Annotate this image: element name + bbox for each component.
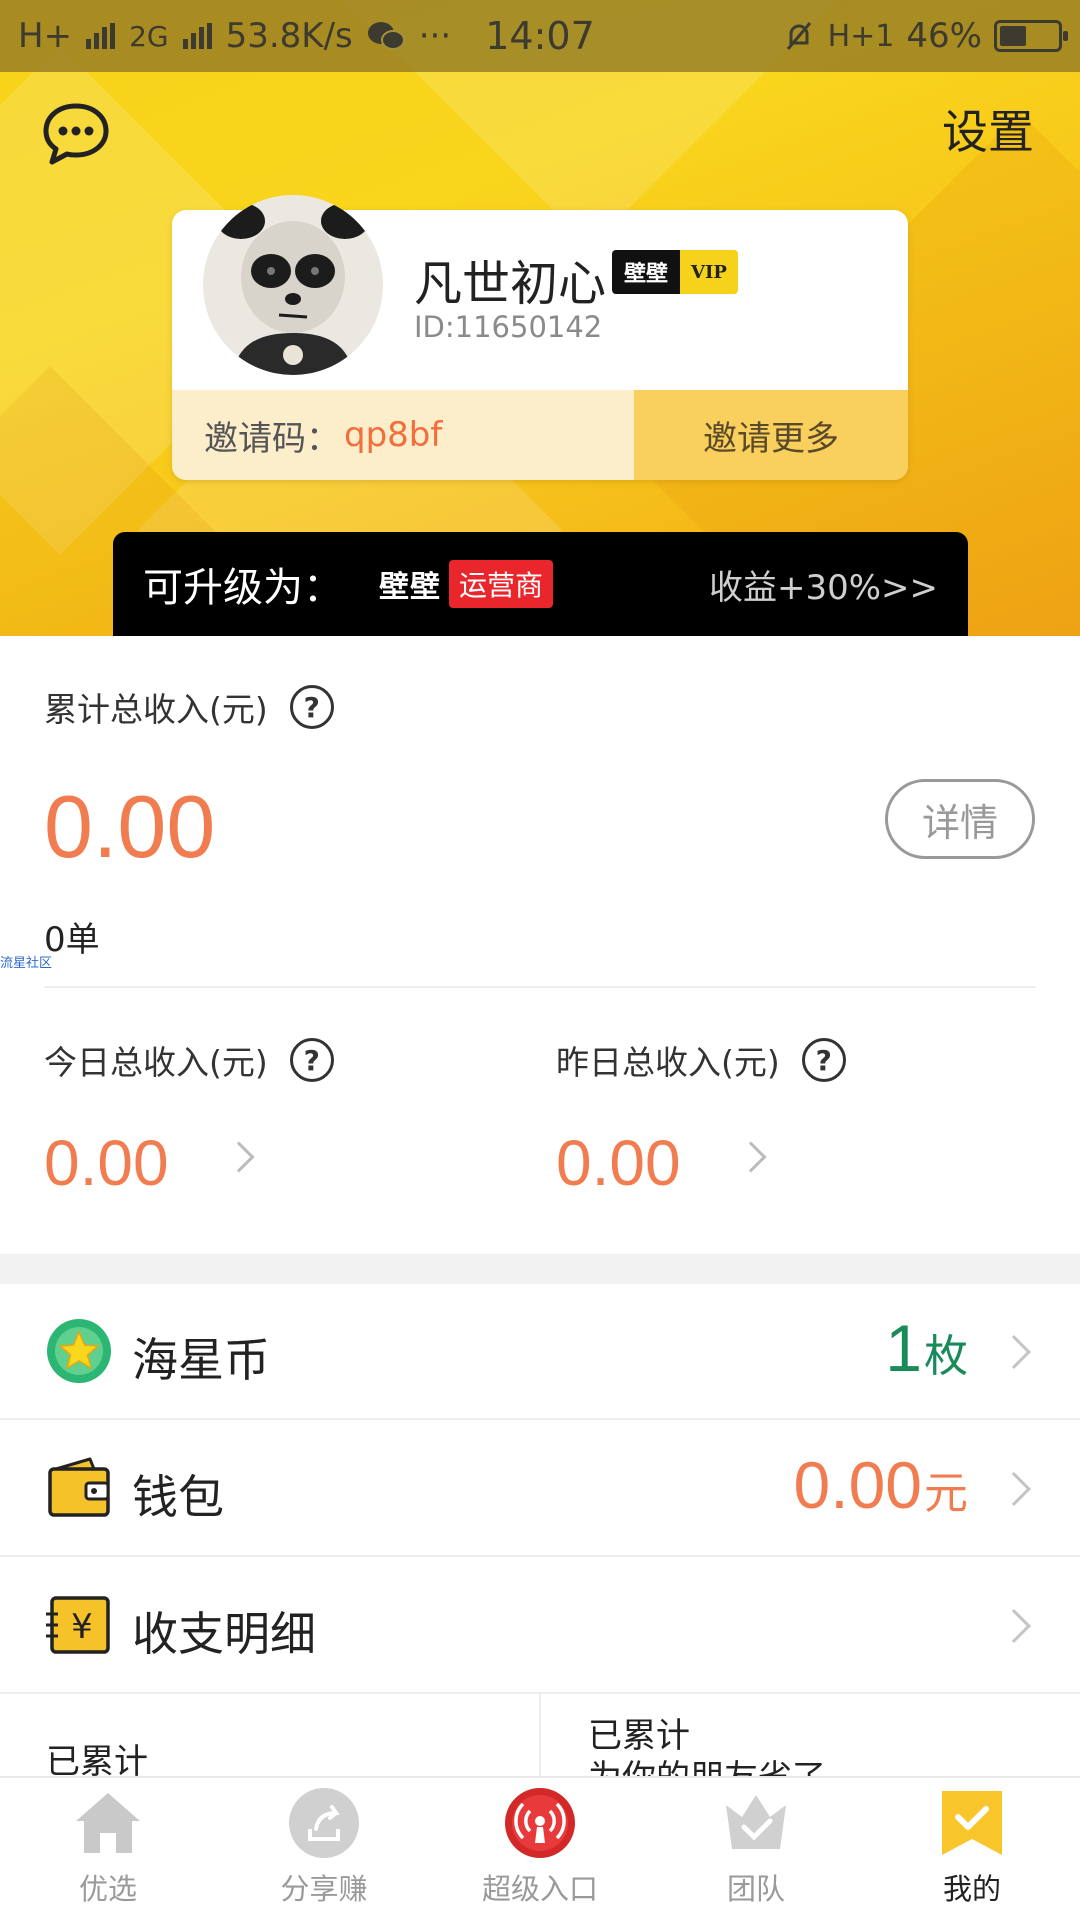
invite-code-box[interactable]: 邀请码： qp8bf	[172, 390, 634, 480]
invite-row: 邀请码： qp8bf 邀请更多	[172, 390, 908, 480]
divider	[44, 986, 1036, 988]
invite-more-button[interactable]: 邀请更多	[634, 390, 908, 480]
battery-percent: 46%	[906, 16, 982, 56]
chevron-right-icon[interactable]	[735, 1141, 767, 1173]
nav-label: 我的	[942, 1872, 1001, 1906]
operator-tag: 运营商	[449, 560, 554, 608]
upgrade-banner[interactable]: 可升级为： 壁壁 运营商 收益+30%>>	[113, 532, 968, 636]
network-type: H+1	[827, 18, 895, 54]
nav-label: 超级入口	[481, 1872, 598, 1906]
yesterday-income-value[interactable]: 0.00	[556, 1126, 681, 1200]
star-coin-icon	[47, 1319, 111, 1383]
help-icon[interactable]: ?	[801, 1038, 846, 1082]
nav-label: 分享赚	[280, 1872, 368, 1906]
stats-right-sub: 为你的朋友省了	[588, 1750, 826, 1776]
order-count: 0单	[44, 920, 100, 960]
vip-badge-brand: 壁壁	[612, 250, 680, 294]
today-income-value[interactable]: 0.00	[44, 1126, 169, 1200]
savings-stats: 已累计 已累计 为你的朋友省了	[0, 1694, 1080, 1776]
total-income-value: 0.00	[44, 777, 216, 876]
upgrade-label: 可升级为：	[143, 565, 343, 611]
panda-avatar-icon	[203, 195, 383, 375]
nav-item-super-entry[interactable]: 超级入口	[432, 1778, 648, 1920]
network-type: H+	[18, 16, 73, 56]
chevron-right-icon[interactable]	[223, 1141, 255, 1173]
upgrade-bonus-link[interactable]: 收益+30%>>	[709, 560, 938, 609]
nav-item-share[interactable]: 分享赚	[216, 1778, 432, 1920]
clock: 14:07	[485, 14, 595, 58]
yesterday-income-label: 昨日总收入(元) ?	[556, 1036, 846, 1084]
records-label: 收支明细	[132, 1607, 316, 1661]
nav-item-home[interactable]: 优选	[0, 1778, 216, 1920]
svg-text:¥: ¥	[71, 1607, 93, 1647]
user-id: ID:11650142	[414, 310, 603, 344]
nav-item-team[interactable]: 团队	[648, 1778, 864, 1920]
list-item-wallet[interactable]: 钱包 0.00 元	[0, 1421, 1080, 1557]
net-speed: 53.8K/s	[225, 16, 353, 56]
yesterday-income-text: 昨日总收入(元)	[556, 1043, 780, 1082]
wallet-value: 0.00 元	[794, 1447, 968, 1523]
invite-code-label: 邀请码：	[204, 418, 340, 459]
coin-label: 海星币	[132, 1333, 270, 1387]
signal-icon	[182, 23, 212, 49]
vip-badge-text: VIP	[680, 250, 738, 294]
chevron-right-icon	[997, 1335, 1031, 1369]
watermark: 流星社区	[0, 956, 53, 971]
settings-button[interactable]: 设置	[942, 96, 1034, 162]
today-income-label: 今日总收入(元) ?	[44, 1036, 334, 1084]
today-income-text: 今日总收入(元)	[44, 1043, 268, 1082]
section-separator	[0, 1254, 1080, 1284]
more-dots: ···	[418, 16, 452, 56]
nav-item-mine[interactable]: 我的	[864, 1778, 1080, 1920]
vip-badge: 壁壁 VIP	[612, 250, 738, 294]
avatar[interactable]	[203, 195, 383, 375]
broadcast-icon	[503, 1786, 577, 1860]
team-crown-icon	[719, 1786, 793, 1860]
wallet-amount: 0.00	[793, 1448, 922, 1522]
chevron-right-icon	[997, 1609, 1031, 1643]
coin-value: 1 枚	[885, 1310, 968, 1386]
signal-icon	[86, 23, 116, 49]
list-item-records[interactable]: ¥ 收支明细	[0, 1558, 1080, 1694]
network-type: 2G	[129, 19, 169, 53]
help-icon[interactable]: ?	[289, 1038, 334, 1082]
stats-left-title: 已累计	[46, 1742, 148, 1776]
help-icon[interactable]: ?	[289, 685, 334, 729]
coin-count: 1	[885, 1311, 922, 1385]
invite-code-value: qp8bf	[344, 415, 443, 455]
home-icon	[71, 1786, 145, 1860]
profile-bookmark-icon	[935, 1786, 1009, 1860]
bottom-nav: 优选 分享赚 超级入口 团队 我的	[0, 1776, 1080, 1920]
coin-unit: 枚	[924, 1332, 968, 1381]
profile-header: H+ 2G 53.8K/s ··· 14:07 H+1 46% 设置 邀请码： …	[0, 0, 1080, 636]
list-item-coin[interactable]: 海星币 1 枚	[0, 1284, 1080, 1420]
upgrade-brand-logo: 壁壁	[379, 570, 441, 605]
wallet-label: 钱包	[132, 1470, 224, 1524]
share-icon	[287, 1786, 361, 1860]
wechat-icon	[367, 22, 405, 50]
nav-label: 团队	[726, 1872, 785, 1906]
details-button[interactable]: 详情	[885, 779, 1035, 859]
yen-ledger-icon: ¥	[46, 1596, 110, 1654]
username: 凡世初心	[414, 256, 607, 312]
divider	[539, 1694, 541, 1776]
chat-bubble-icon[interactable]	[40, 98, 112, 170]
battery-icon	[994, 20, 1068, 52]
total-income-text: 累计总收入(元)	[44, 690, 268, 729]
total-income-label: 累计总收入(元) ?	[44, 683, 334, 731]
mute-bell-icon	[786, 22, 811, 50]
chevron-right-icon	[997, 1472, 1031, 1506]
wallet-icon	[48, 1457, 110, 1517]
status-bar: H+ 2G 53.8K/s ··· 14:07 H+1 46%	[0, 0, 1080, 72]
wallet-unit: 元	[924, 1469, 968, 1518]
nav-label: 优选	[78, 1872, 137, 1906]
